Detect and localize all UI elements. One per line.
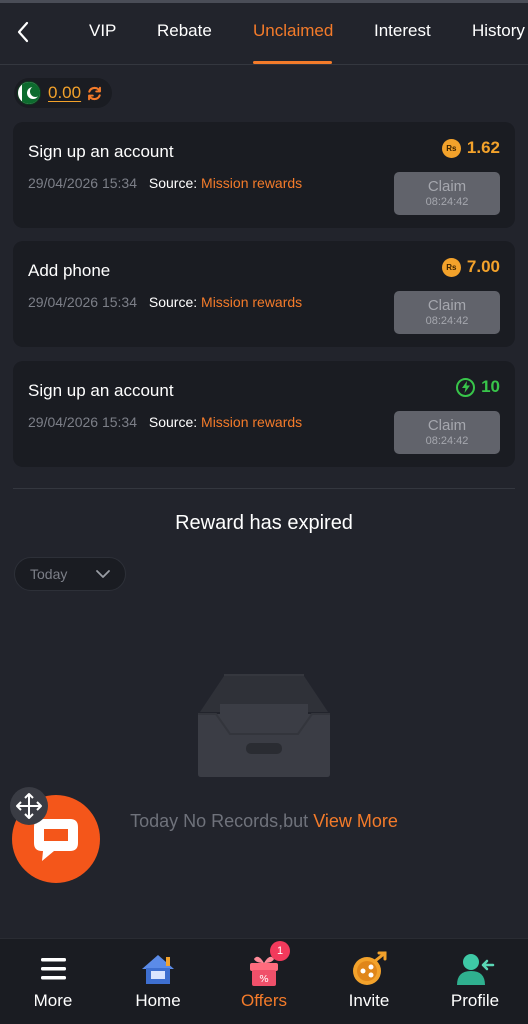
reward-value: 7.00 (466, 257, 500, 276)
tab-history[interactable]: History (472, 21, 525, 41)
mission-date: 29/04/2026 15:34 (28, 175, 137, 191)
gift-icon: % 1 (244, 941, 290, 989)
mission-date: 29/04/2026 15:34 (28, 294, 137, 310)
mission-date: 29/04/2026 15:34 (28, 414, 137, 430)
source-label: Source: (148, 175, 198, 191)
expired-section-title: Reward has expired (175, 512, 353, 534)
claim-button[interactable]: Claim 08:24:42 (394, 291, 500, 334)
drag-handle[interactable] (10, 787, 48, 825)
profile-icon (455, 949, 495, 989)
empty-message: Today No Records,but (130, 811, 314, 831)
nav-label: Home (135, 991, 181, 1010)
claim-button[interactable]: Claim 08:24:42 (394, 411, 500, 454)
tab-interest[interactable]: Interest (374, 21, 431, 41)
invite-icon (349, 949, 389, 989)
view-more-link[interactable]: View More (313, 811, 398, 831)
claim-timer: 08:24:42 (425, 435, 469, 447)
source-label: Source: (148, 414, 198, 430)
refresh-icon[interactable] (86, 85, 103, 102)
section-divider (13, 488, 515, 489)
notification-badge: 1 (270, 941, 290, 961)
reward-amount: Rs 1.62 (441, 138, 500, 158)
nav-label: Offers (241, 991, 287, 1010)
reward-amount: 10 (456, 377, 500, 397)
balance-pill: 0.00 (14, 78, 112, 108)
svg-text:%: % (259, 974, 269, 985)
source-value: Mission rewards (201, 175, 303, 191)
mission-card: Sign up an account 29/04/2026 15:34 Sour… (13, 122, 515, 228)
source-label: Source: (148, 294, 198, 310)
nav-home[interactable]: Home (108, 949, 208, 1011)
nav-profile[interactable]: Profile (425, 949, 525, 1011)
mission-card: Sign up an account 29/04/2026 15:34 Sour… (13, 361, 515, 467)
menu-icon (33, 949, 73, 989)
chevron-down-icon (96, 570, 110, 578)
reward-amount: Rs 7.00 (441, 257, 500, 277)
date-filter-value: Today (30, 566, 68, 582)
claim-label: Claim (427, 417, 467, 434)
mission-meta: 29/04/2026 15:34 Source: Mission rewards (28, 294, 302, 310)
tab-vip[interactable]: VIP (89, 21, 116, 41)
nav-label: Invite (348, 991, 390, 1010)
tab-rebate[interactable]: Rebate (157, 21, 212, 41)
balance-value: 0.00 (48, 83, 82, 102)
nav-more[interactable]: More (3, 949, 103, 1011)
empty-inbox-icon (198, 674, 330, 777)
claim-button[interactable]: Claim 08:24:42 (394, 172, 500, 215)
rupee-coin-icon: Rs (441, 138, 461, 158)
claim-label: Claim (427, 178, 467, 195)
home-icon (138, 949, 178, 989)
bottom-nav: More Home % 1 Offers Invite Profile (0, 938, 528, 1024)
mission-meta: 29/04/2026 15:34 Source: Mission rewards (28, 414, 302, 430)
active-tab-indicator (253, 61, 332, 64)
source-value: Mission rewards (201, 414, 303, 430)
mission-title: Sign up an account (28, 142, 174, 161)
tab-unclaimed[interactable]: Unclaimed (253, 21, 333, 41)
mission-card: Add phone 29/04/2026 15:34 Source: Missi… (13, 241, 515, 347)
mission-title: Add phone (28, 261, 111, 280)
nav-label: Profile (450, 991, 500, 1010)
pakistan-flag-icon (17, 81, 41, 105)
tab-bar: VIP Rebate Unclaimed Interest History (0, 3, 528, 65)
lightning-icon (456, 377, 476, 397)
nav-invite[interactable]: Invite (319, 949, 419, 1011)
claim-timer: 08:24:42 (425, 196, 469, 208)
chevron-left-icon (17, 21, 29, 43)
nav-label: More (33, 991, 73, 1010)
mission-meta: 29/04/2026 15:34 Source: Mission rewards (28, 175, 302, 191)
rupee-coin-icon: Rs (441, 257, 461, 277)
back-button[interactable] (8, 17, 38, 47)
move-arrows-icon (16, 793, 42, 819)
reward-value: 10 (481, 377, 500, 396)
date-filter-select[interactable]: Today (14, 557, 126, 591)
mission-title: Sign up an account (28, 381, 174, 400)
claim-timer: 08:24:42 (425, 315, 469, 327)
source-value: Mission rewards (201, 294, 303, 310)
reward-value: 1.62 (466, 138, 500, 157)
claim-label: Claim (427, 297, 467, 314)
nav-offers[interactable]: % 1 Offers (214, 941, 314, 1011)
